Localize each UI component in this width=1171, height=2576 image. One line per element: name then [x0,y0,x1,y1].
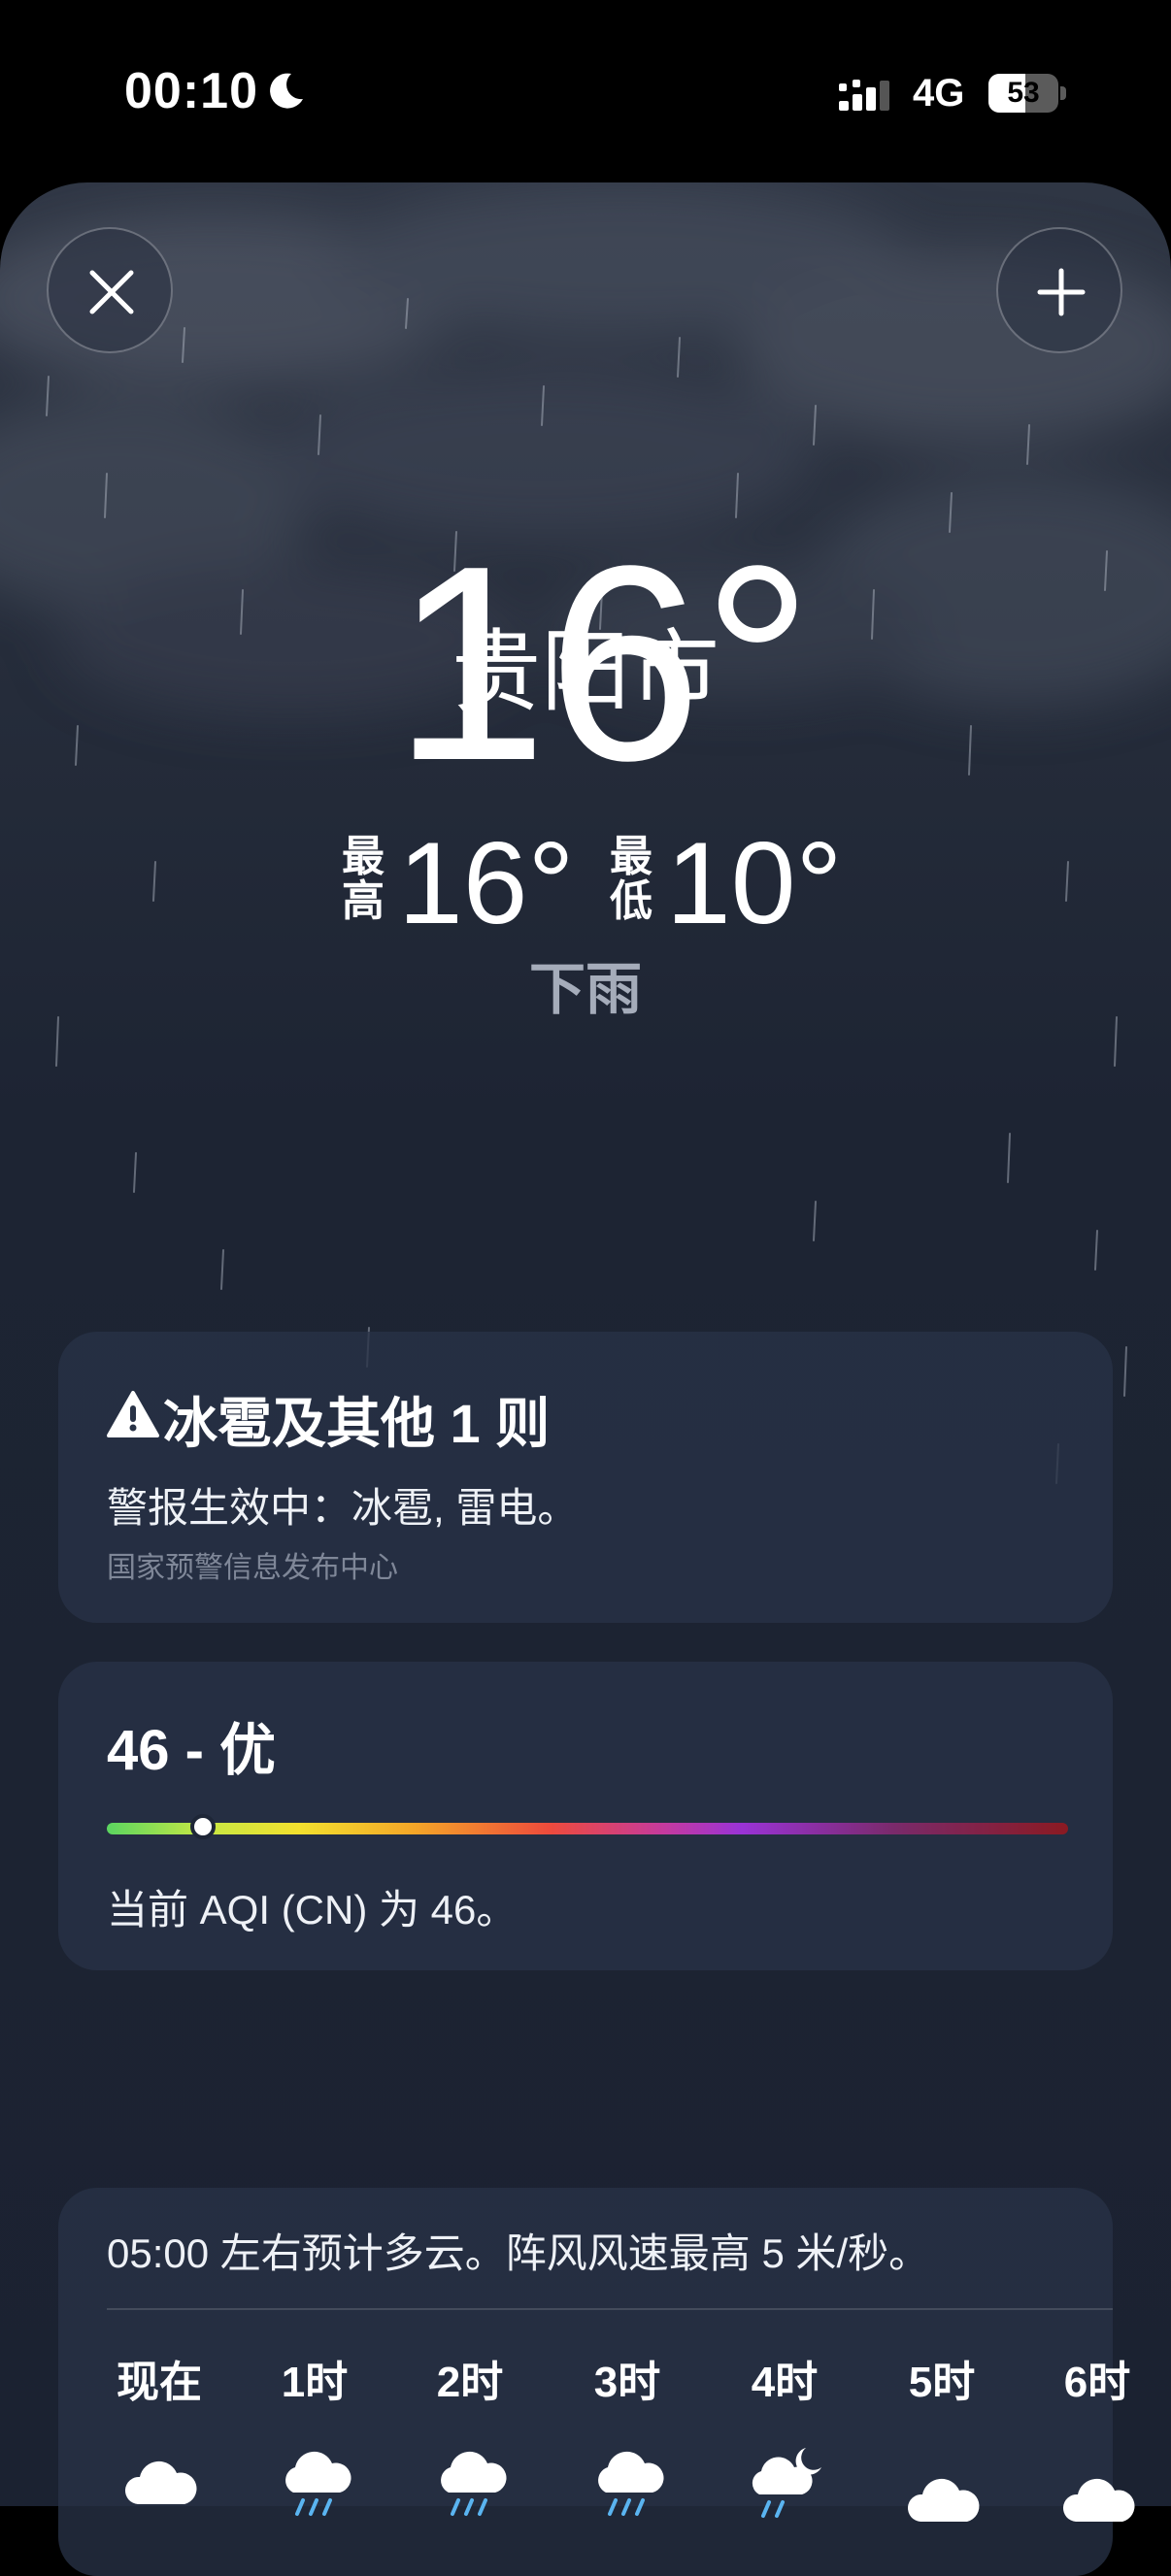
plus-icon [1037,268,1086,316]
aqi-marker [190,1814,216,1839]
cloud-moon-rain-icon [752,2448,821,2518]
battery-level: 53 [1007,77,1040,109]
hour-label: 2时 [436,2359,504,2406]
divider [107,2308,1113,2310]
hourly-forecast-card[interactable]: 05:00 左右预计多云。阵风风速最高 5 米/秒。 现在 1时 2时 3时 4… [58,2188,1135,2576]
high-low-temperatures: 最高 16° 最低 10° [0,815,1171,951]
hour-label: 5时 [908,2359,976,2406]
alert-source: 国家预警信息发布中心 [107,1552,398,1584]
low-temperature: 10° [666,818,843,948]
cloud-icon [907,2478,980,2522]
moon-icon [270,73,303,109]
warning-icon [107,1391,159,1437]
current-temperature: 16° [392,508,814,818]
hour-label: 6时 [1063,2359,1131,2406]
cloud-icon [1062,2478,1135,2522]
cloud-rain-icon [441,2451,507,2516]
close-icon [89,270,134,314]
low-label: 最低 [610,833,652,925]
battery-indicator: 53 [988,74,1068,113]
status-bar: 00:10 4G 53 [0,0,1171,184]
hour-label: 1时 [281,2359,349,2406]
alert-title: 冰雹及其他 1 则 [163,1393,551,1454]
air-quality-card[interactable]: 46 - 优 当前 AQI (CN) 为 46。 [58,1662,1113,1970]
network-type: 4G [913,72,965,115]
cloud-rain-icon [285,2451,351,2516]
weather-condition: 下雨 [528,958,642,1021]
status-time: 00:10 [124,63,258,119]
signal-icon [839,80,889,111]
hour-label: 3时 [593,2359,661,2406]
add-location-button[interactable] [996,227,1122,353]
hour-label: 现在 [117,2359,202,2406]
hour-label: 4时 [751,2359,819,2406]
close-button[interactable] [47,227,173,353]
alert-body: 警报生效中：冰雹, 雷电。 [107,1485,579,1531]
forecast-summary: 05:00 左右预计多云。阵风风速最高 5 米/秒。 [107,2230,930,2276]
high-label: 最高 [342,833,385,925]
aqi-scale-bar [107,1823,1068,1834]
weather-alert-card[interactable]: 冰雹及其他 1 则 警报生效中：冰雹, 雷电。 国家预警信息发布中心 [58,1332,1113,1623]
high-temperature: 16° [398,818,575,948]
cloud-rain-icon [598,2451,664,2516]
aqi-description: 当前 AQI (CN) 为 46。 [107,1887,518,1932]
aqi-value: 46 - 优 [107,1719,277,1782]
cloud-icon [124,2460,197,2504]
